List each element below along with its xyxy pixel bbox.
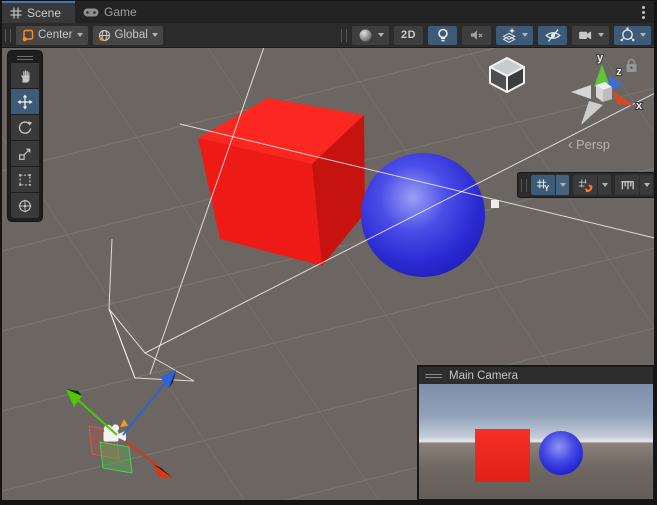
gizmos-dropdown[interactable] bbox=[614, 26, 651, 45]
chevron-down-icon bbox=[77, 33, 83, 37]
frustum-far-handle[interactable] bbox=[491, 200, 499, 208]
rect-tool-icon bbox=[17, 172, 33, 188]
view-tool-button[interactable] bbox=[11, 63, 39, 88]
pivot-mode-dropdown[interactable]: Center bbox=[16, 26, 88, 45]
grid-snapping-dropdown[interactable] bbox=[598, 175, 611, 195]
grid-snapping-toggle[interactable] bbox=[573, 175, 597, 195]
move-tool-button[interactable] bbox=[11, 89, 39, 114]
tab-bar-menu-button[interactable] bbox=[634, 1, 654, 23]
gamepad-icon bbox=[83, 6, 99, 18]
pivot-mode-label: Center bbox=[38, 29, 73, 41]
camera-preview-drag-handle[interactable] bbox=[425, 374, 442, 378]
move-gizmo-z-arrow[interactable] bbox=[123, 370, 176, 435]
rect-tool-button[interactable] bbox=[11, 167, 39, 192]
transform-tool-button[interactable] bbox=[11, 193, 39, 218]
shaded-sphere-icon bbox=[357, 27, 374, 44]
eye-slash-icon bbox=[544, 27, 562, 44]
draw-mode-dropdown[interactable] bbox=[352, 26, 389, 45]
scene-cube[interactable] bbox=[198, 98, 365, 266]
move-icon bbox=[17, 94, 33, 110]
axis-y-label: y bbox=[597, 52, 604, 64]
projection-label: Persp bbox=[576, 137, 610, 152]
axis-z-label: z bbox=[616, 66, 622, 78]
scene-visibility-toggle[interactable] bbox=[538, 26, 567, 45]
projection-toggle[interactable]: ‹ Persp bbox=[568, 137, 610, 152]
2d-mode-toggle[interactable]: 2D bbox=[394, 26, 423, 45]
snap-increment-button[interactable] bbox=[615, 175, 639, 195]
rotate-icon bbox=[17, 120, 33, 136]
camera-preview-window: Main Camera bbox=[417, 365, 655, 501]
grid-axis-label: Y bbox=[544, 184, 550, 193]
orientation-mode-label: Global bbox=[115, 29, 148, 41]
move-gizmo bbox=[66, 370, 176, 478]
toolbar-drag-handle[interactable] bbox=[5, 29, 11, 42]
axis-x-label: x bbox=[636, 100, 643, 112]
camera-preview-header[interactable]: Main Camera bbox=[419, 367, 653, 384]
tab-game-label: Game bbox=[104, 5, 137, 19]
rotate-tool-button[interactable] bbox=[11, 115, 39, 140]
tab-scene[interactable]: Scene bbox=[2, 1, 75, 23]
tab-scene-label: Scene bbox=[27, 6, 61, 20]
gizmos-icon bbox=[619, 27, 636, 44]
preview-cube bbox=[475, 429, 530, 482]
lightbulb-icon bbox=[436, 28, 450, 43]
scene-grid-icon bbox=[10, 7, 22, 19]
pivot-icon bbox=[21, 29, 34, 42]
unity-scene-view-window: y z x Scene bbox=[0, 0, 657, 505]
scene-toolbar: Center Global 2D bbox=[2, 23, 654, 48]
tools-overlay bbox=[7, 50, 43, 222]
scale-tool-button[interactable] bbox=[11, 141, 39, 166]
gizmo-lock-icon[interactable] bbox=[627, 60, 637, 73]
audio-listener-icon bbox=[120, 419, 128, 427]
scene-camera-settings-dropdown[interactable] bbox=[572, 26, 609, 45]
snap-increment-dropdown[interactable] bbox=[640, 175, 653, 195]
snap-increment-ruler-icon bbox=[620, 178, 635, 193]
scene-lighting-toggle[interactable] bbox=[428, 26, 457, 45]
video-camera-icon bbox=[577, 27, 594, 43]
globe-icon bbox=[98, 29, 111, 42]
move-gizmo-plane-xz[interactable] bbox=[100, 442, 132, 473]
camera-preview-viewport bbox=[419, 384, 653, 499]
tab-bar: Scene Game bbox=[2, 1, 654, 23]
orientation-gizmo: y z x bbox=[571, 52, 643, 125]
camera-preview-title: Main Camera bbox=[449, 370, 518, 382]
orientation-mode-dropdown[interactable]: Global bbox=[93, 26, 163, 45]
preview-sphere bbox=[539, 431, 583, 475]
grid-snap-magnet-icon bbox=[578, 178, 593, 193]
tools-overlay-drag-handle[interactable] bbox=[11, 53, 39, 62]
hand-icon bbox=[17, 68, 33, 84]
chevron-down-icon bbox=[598, 33, 604, 37]
transform-icon bbox=[17, 198, 33, 214]
projection-chevron-icon: ‹ bbox=[568, 138, 573, 151]
chevron-down-icon bbox=[522, 33, 528, 37]
axis-neg-x-handle[interactable] bbox=[571, 85, 591, 99]
tab-game[interactable]: Game bbox=[75, 1, 151, 23]
effects-icon bbox=[501, 27, 518, 44]
grid-snap-drag-handle[interactable] bbox=[521, 179, 527, 192]
audio-muted-icon bbox=[468, 27, 485, 43]
scene-audio-toggle[interactable] bbox=[462, 26, 491, 45]
grid-visibility-toggle[interactable]: Y bbox=[531, 175, 555, 195]
2d-mode-label: 2D bbox=[401, 29, 416, 41]
grid-visibility-dropdown[interactable] bbox=[556, 175, 569, 195]
chevron-down-icon bbox=[152, 33, 158, 37]
cube-gizmo-icon[interactable] bbox=[490, 58, 524, 92]
grid-snap-overlay: Y bbox=[517, 172, 657, 198]
scene-effects-dropdown[interactable] bbox=[496, 26, 533, 45]
chevron-down-icon bbox=[640, 33, 646, 37]
chevron-down-icon bbox=[378, 33, 384, 37]
toolbar-right-drag-handle[interactable] bbox=[341, 29, 347, 42]
scale-icon bbox=[17, 146, 33, 162]
grid-y-icon: Y bbox=[536, 178, 551, 193]
